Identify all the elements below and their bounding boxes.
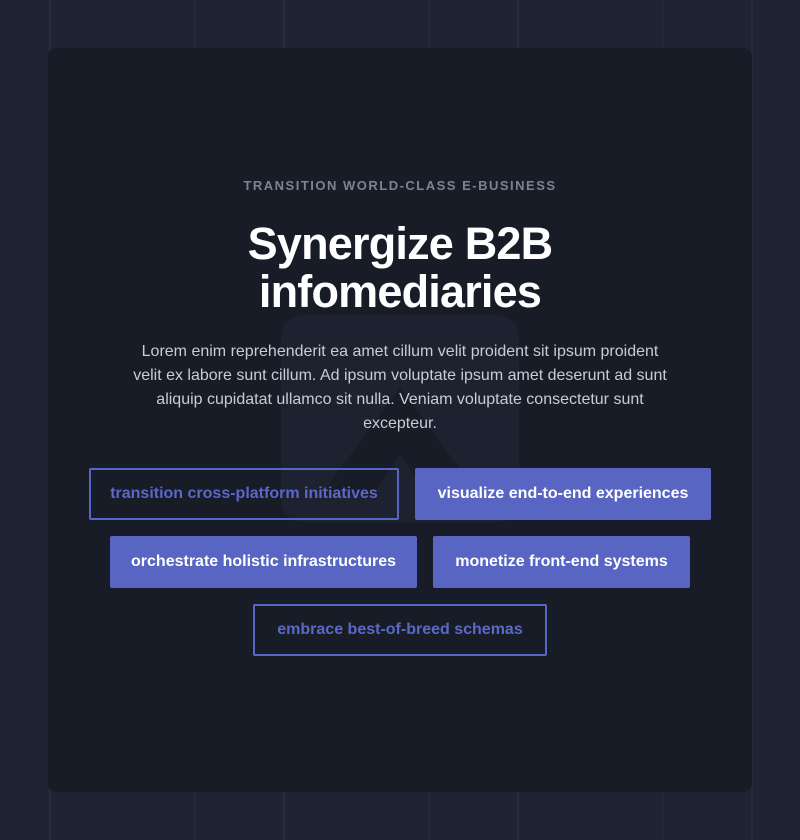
transition-initiatives-button[interactable]: transition cross-platform initiatives <box>89 468 399 520</box>
visualize-experiences-button[interactable]: visualize end-to-end experiences <box>415 468 711 520</box>
hero-title: Synergize B2B infomediaries <box>247 218 554 317</box>
monetize-systems-button[interactable]: monetize front-end systems <box>433 536 690 588</box>
hero-eyebrow: TRANSITION WORLD-CLASS E-BUSINESS <box>243 178 557 193</box>
hero-description: Lorem enim reprehenderit ea amet cillum … <box>133 343 667 432</box>
hero-card: TRANSITION WORLD-CLASS E-BUSINESS Synerg… <box>48 48 752 792</box>
embrace-schemas-button[interactable]: embrace best-of-breed schemas <box>253 604 547 656</box>
orchestrate-infrastructures-button[interactable]: orchestrate holistic infrastructures <box>110 536 417 588</box>
